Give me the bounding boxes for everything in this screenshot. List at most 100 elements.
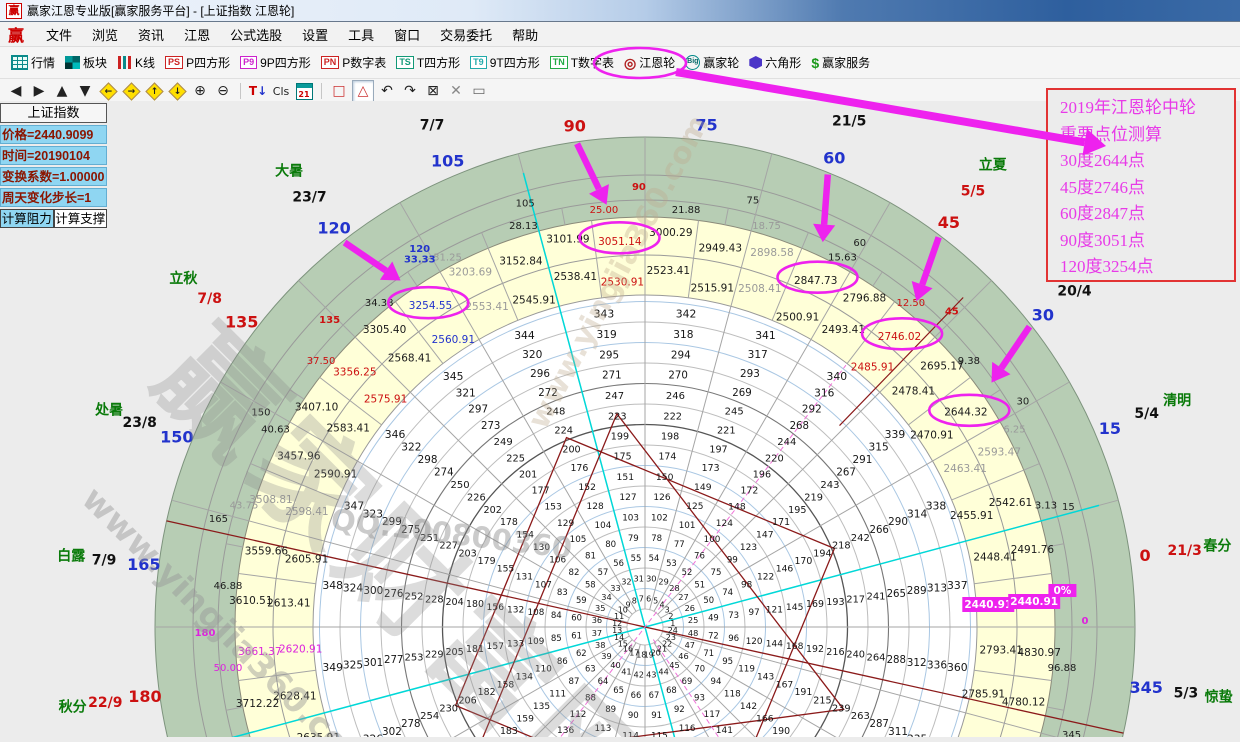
svg-text:345: 345	[1129, 678, 1162, 697]
toolbar-button-sectors[interactable]: 板块	[60, 50, 112, 76]
svg-text:246: 246	[666, 391, 685, 402]
p-table-icon: PN	[321, 56, 340, 69]
window-title: 赢家江恩专业版[赢家服务平台] - [上证指数 江恩轮]	[27, 2, 294, 19]
menu-item-3[interactable]: 江恩	[174, 28, 220, 43]
svg-text:2644.32: 2644.32	[944, 407, 987, 419]
menu-item-8[interactable]: 交易委托	[430, 28, 502, 43]
tool-calendar-icon[interactable]: 21	[294, 81, 314, 101]
svg-text:103: 103	[622, 513, 639, 523]
svg-text:312: 312	[907, 657, 927, 669]
toolbar-button-hexagon[interactable]: 六角形	[744, 50, 806, 76]
tool-pan-right-icon[interactable]: →	[121, 81, 141, 101]
svg-text:153: 153	[544, 502, 562, 513]
svg-text:30: 30	[646, 573, 656, 583]
toolbar-button-label: 行情	[31, 54, 55, 71]
svg-text:37.50: 37.50	[307, 356, 336, 367]
tool-rotate-cw-icon[interactable]: ↷	[400, 81, 420, 101]
svg-text:287: 287	[869, 719, 888, 730]
calc-resistance-button[interactable]: 计算阻力	[0, 209, 54, 228]
svg-text:0: 0	[1082, 616, 1089, 627]
toolbar-button-9t-square[interactable]: T99T四方形	[465, 50, 545, 76]
svg-text:81: 81	[585, 552, 596, 562]
svg-text:97: 97	[748, 608, 759, 618]
toolbar-button-label: P数字表	[342, 54, 386, 71]
menu-item-4[interactable]: 公式选股	[220, 28, 292, 43]
svg-text:191: 191	[794, 687, 812, 698]
svg-text:268: 268	[790, 421, 809, 432]
tool-pan-up-icon[interactable]: ↑	[144, 81, 164, 101]
svg-text:302: 302	[382, 726, 402, 737]
calc-support-button[interactable]: 计算支撑	[54, 209, 108, 228]
tool-triangle-tool-icon[interactable]: △	[352, 80, 374, 102]
tool-box-select-icon[interactable]: ⊠	[423, 81, 443, 101]
svg-text:269: 269	[732, 388, 751, 399]
menu-item-7[interactable]: 窗口	[384, 28, 430, 43]
menu-item-6[interactable]: 工具	[338, 28, 384, 43]
svg-text:199: 199	[611, 432, 629, 443]
tool-pan-left-icon[interactable]: ←	[98, 81, 118, 101]
grid-icon	[11, 55, 28, 70]
toolbar-button-kline[interactable]: K线	[112, 50, 160, 76]
tool-nav-down-icon[interactable]: ▼	[75, 81, 95, 101]
tool-nav-left-icon[interactable]: ◀	[6, 81, 26, 101]
svg-text:270: 270	[668, 371, 687, 382]
svg-text:217: 217	[846, 594, 865, 605]
svg-text:193: 193	[826, 597, 844, 608]
toolbar-button-winner-wheel[interactable]: Big赢家轮	[680, 50, 744, 76]
tool-nav-right-icon[interactable]: ▶	[29, 81, 49, 101]
svg-text:145: 145	[786, 602, 804, 613]
svg-text:33.33: 33.33	[404, 255, 436, 266]
toolbar-button-p-table[interactable]: PNP数字表	[316, 50, 392, 76]
svg-text:102: 102	[651, 513, 668, 523]
svg-text:68: 68	[666, 685, 677, 695]
svg-text:28: 28	[669, 583, 679, 593]
svg-text:95: 95	[722, 657, 733, 667]
hexagon-icon	[749, 56, 762, 69]
menu-item-0[interactable]: 文件	[36, 28, 82, 43]
svg-text:4780.12: 4780.12	[1002, 696, 1045, 708]
toolbar-button-t-table[interactable]: TNT数字表	[545, 50, 619, 76]
toolbar-button-gann-wheel[interactable]: ◎江恩轮	[619, 50, 680, 76]
svg-text:242: 242	[851, 533, 870, 544]
svg-text:219: 219	[804, 493, 823, 504]
svg-text:92: 92	[674, 705, 685, 715]
tool-pan-down-icon[interactable]: ↓	[167, 81, 187, 101]
tool-nav-up-icon[interactable]: ▲	[52, 81, 72, 101]
tool-scale-tool-icon[interactable]: ✕	[446, 81, 466, 101]
t-square-icon: TS	[396, 56, 414, 69]
toolbar-button-p-square[interactable]: PSP四方形	[160, 50, 235, 76]
menu-item-2[interactable]: 资讯	[128, 28, 174, 43]
svg-text:240: 240	[846, 650, 865, 661]
svg-text:125: 125	[686, 502, 703, 512]
menu-item-5[interactable]: 设置	[292, 28, 338, 43]
toolbar-button-quotes[interactable]: 行情	[6, 50, 60, 76]
svg-text:2785.91: 2785.91	[962, 688, 1005, 700]
svg-text:51: 51	[694, 580, 705, 590]
svg-text:25: 25	[688, 615, 698, 625]
svg-text:151: 151	[617, 472, 635, 483]
tool-cls-icon[interactable]: Cls	[271, 81, 291, 101]
menu-item-9[interactable]: 帮助	[502, 28, 548, 43]
toolbar-button-t-square[interactable]: TST四方形	[391, 50, 465, 76]
svg-text:143: 143	[757, 672, 774, 682]
tool-rotate-ccw-icon[interactable]: ↶	[377, 81, 397, 101]
tool-zoom-in-icon[interactable]: ⊕	[190, 81, 210, 101]
svg-text:120: 120	[409, 244, 430, 255]
toolbar-button-9p-square[interactable]: P99P四方形	[235, 50, 316, 76]
svg-text:30: 30	[1017, 397, 1030, 408]
tool-zoom-out-icon[interactable]: ⊖	[213, 81, 233, 101]
svg-text:117: 117	[704, 710, 721, 720]
tool-screen-tool-icon[interactable]: ▭	[469, 81, 489, 101]
svg-text:314: 314	[907, 508, 927, 520]
tool-t-down-icon[interactable]: T↓	[248, 81, 268, 101]
svg-text:344: 344	[514, 329, 535, 342]
svg-text:294: 294	[671, 349, 691, 361]
svg-text:2523.41: 2523.41	[647, 265, 690, 277]
svg-text:144: 144	[766, 640, 783, 650]
tool-square-tool-icon[interactable]: □	[329, 81, 349, 101]
menu-item-1[interactable]: 浏览	[82, 28, 128, 43]
svg-text:124: 124	[716, 519, 733, 529]
svg-text:74: 74	[722, 588, 733, 598]
toolbar-button-winner-service[interactable]: $赢家服务	[806, 50, 875, 76]
svg-text:218: 218	[832, 541, 851, 552]
